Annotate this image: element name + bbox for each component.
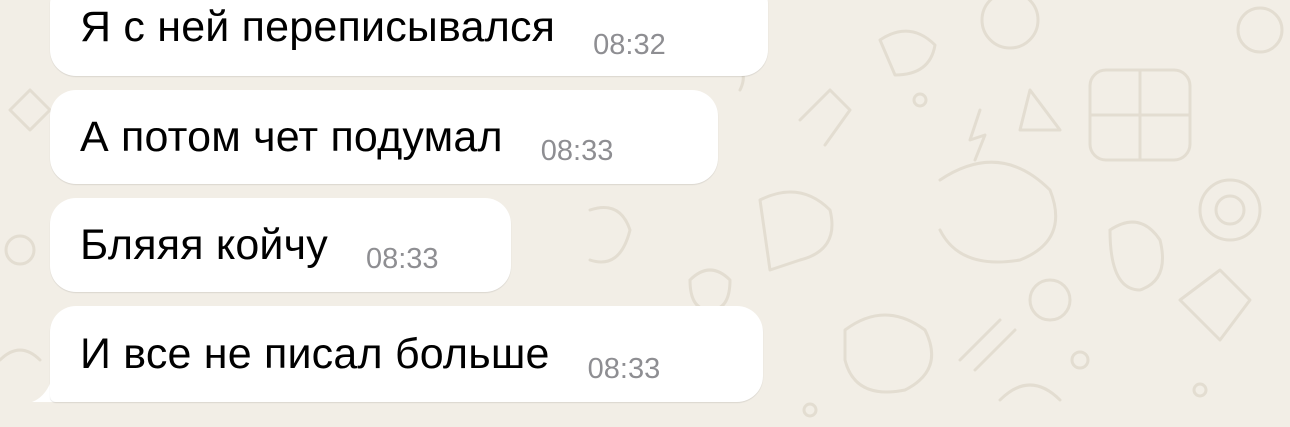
message-timestamp: 08:33 — [365, 243, 439, 275]
message-text: Бляяя койчу — [80, 220, 328, 269]
message-text: Я с ней переписывался — [80, 2, 556, 51]
message-timestamp: 08:32 — [593, 29, 666, 61]
message-timestamp: 08:33 — [587, 353, 661, 385]
message-text: А потом чет подумал — [80, 112, 503, 161]
message-bubble[interactable]: А потом чет подумал 08:33 — [50, 90, 718, 184]
message-timestamp: 08:33 — [540, 135, 614, 167]
message-bubble[interactable]: Я с ней переписывался 08:32 — [50, 0, 768, 76]
message-text: И все не писал больше — [80, 329, 550, 378]
message-bubble[interactable]: Бляяя койчу 08:33 — [50, 198, 511, 292]
message-bubble[interactable]: И все не писал больше 08:33 — [50, 306, 763, 402]
